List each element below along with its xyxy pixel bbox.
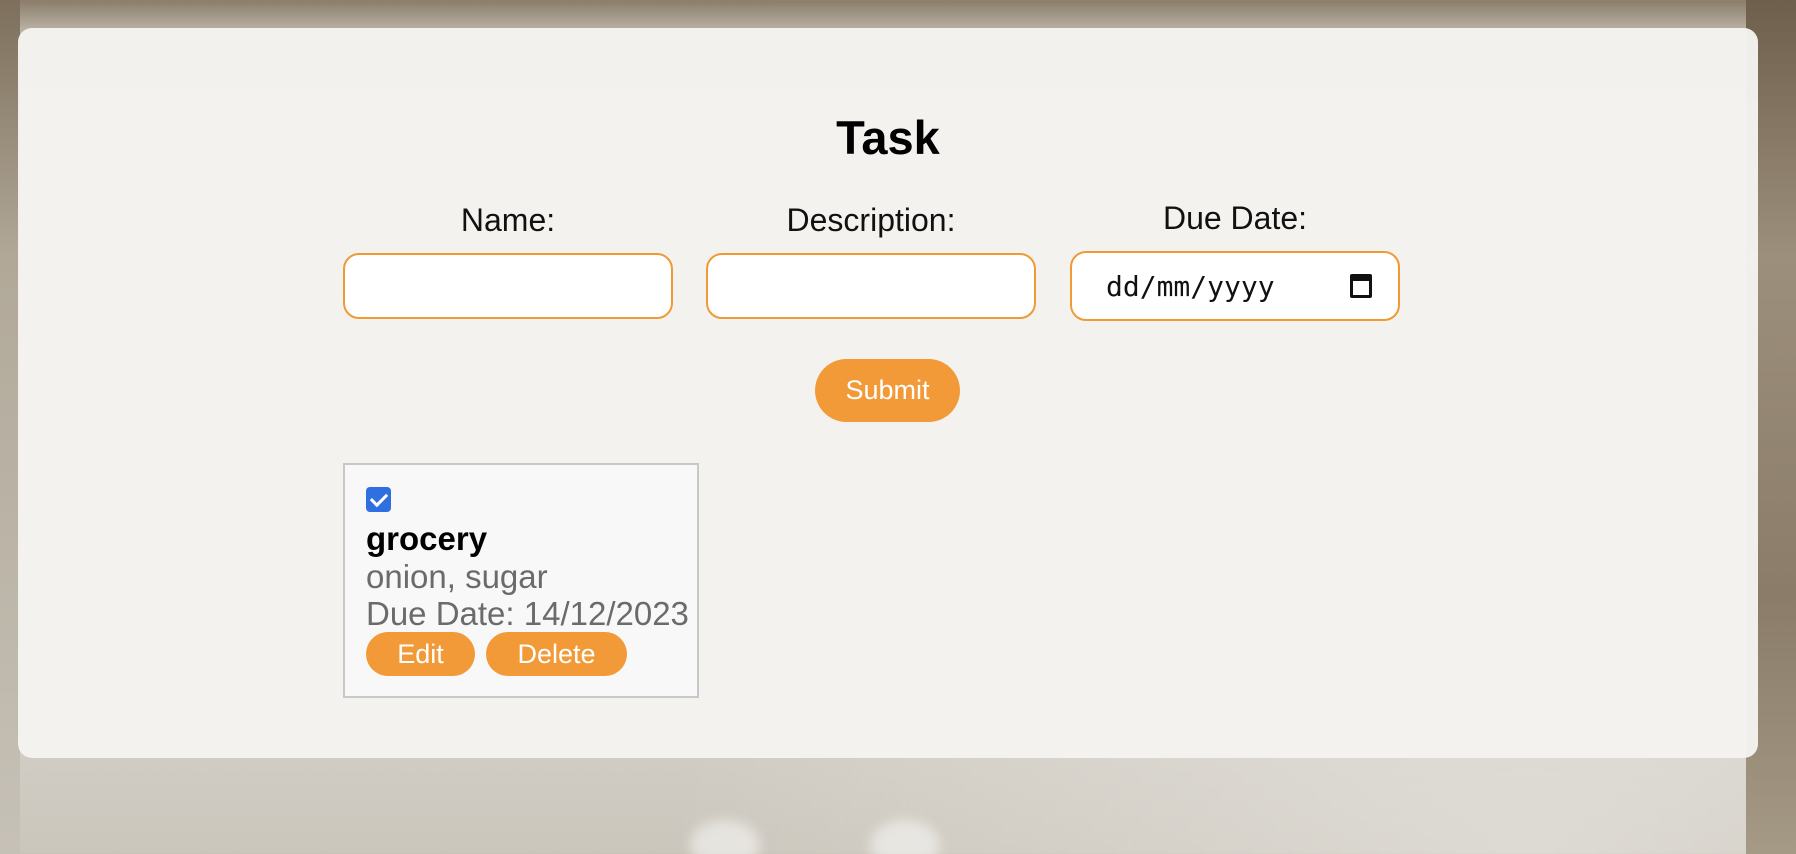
task-completed-checkbox[interactable] <box>366 487 391 512</box>
task-due-date: Due Date: 14/12/2023 <box>366 595 689 632</box>
due-date-label: Due Date: <box>1162 200 1308 236</box>
task-description: onion, sugar <box>366 558 548 595</box>
description-field: Description: <box>706 202 1036 319</box>
description-label: Description: <box>786 202 956 238</box>
name-field: Name: <box>343 202 673 319</box>
background-blob <box>870 820 940 854</box>
calendar-icon[interactable] <box>1350 274 1372 298</box>
name-label: Name: <box>460 202 556 238</box>
background-blob <box>690 820 760 854</box>
due-date-input[interactable]: dd/mm/yyyy <box>1070 251 1400 321</box>
task-name: grocery <box>366 520 488 557</box>
description-input[interactable] <box>706 253 1036 319</box>
name-input[interactable] <box>343 253 673 319</box>
due-date-field: Due Date: dd/mm/yyyy <box>1070 200 1400 321</box>
due-date-placeholder: dd/mm/yyyy <box>1106 269 1275 303</box>
task-card: Task Name: Description: Due Date: dd/mm/… <box>18 28 1758 758</box>
page-title: Task <box>836 111 940 164</box>
edit-button[interactable]: Edit <box>366 632 475 676</box>
delete-button[interactable]: Delete <box>486 632 627 676</box>
task-item: grocery onion, sugar Due Date: 14/12/202… <box>343 463 699 698</box>
task-actions: Edit Delete <box>366 632 697 676</box>
submit-button[interactable]: Submit <box>815 359 960 422</box>
background-left <box>0 0 20 854</box>
